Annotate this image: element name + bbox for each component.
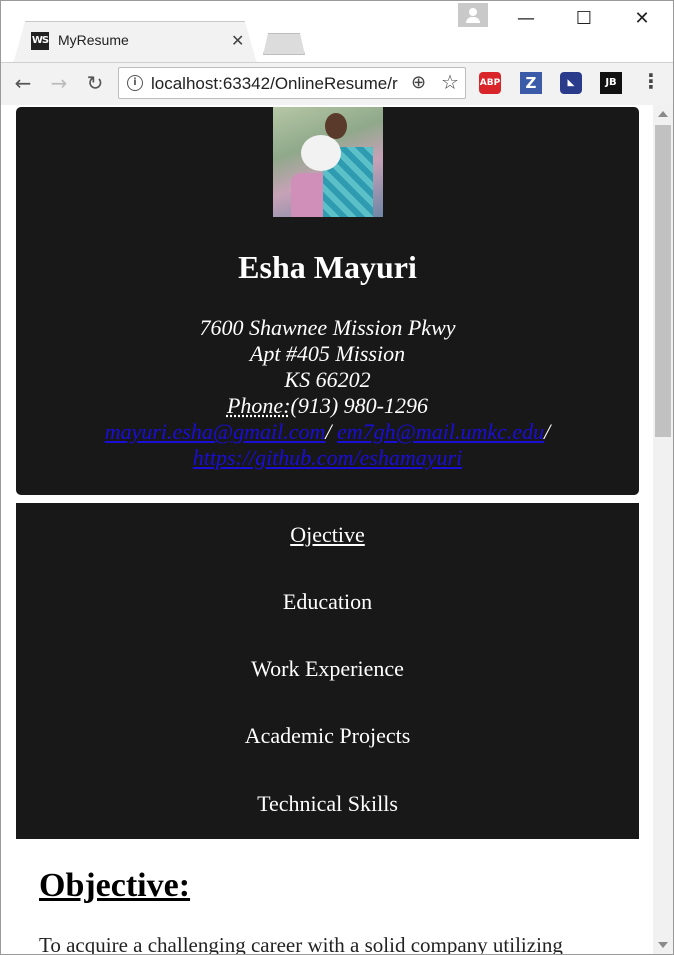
nav-item-technical-skills[interactable]: Technical Skills bbox=[16, 791, 639, 817]
separator: / bbox=[544, 419, 551, 444]
title-bar: WS MyResume ✕ — ☐ ✕ bbox=[1, 1, 673, 63]
nav-item-education[interactable]: Education bbox=[16, 589, 639, 615]
webstorm-favicon-icon: WS bbox=[31, 32, 49, 50]
profile-header-card: Esha Mayuri 7600 Shawnee Mission Pkwy Ap… bbox=[16, 107, 639, 495]
person-name: Esha Mayuri bbox=[238, 249, 417, 285]
email-link-umkc[interactable]: em7gh@mail.umkc.edu bbox=[337, 419, 544, 444]
bookmark-star-icon[interactable]: ☆ bbox=[441, 70, 459, 94]
github-line: https://github.com/eshamayuri bbox=[16, 445, 639, 471]
phone-line: Phone:(913) 980-1296 bbox=[16, 393, 639, 419]
jetbrains-extension-icon[interactable]: JB bbox=[600, 72, 622, 94]
nav-item-label[interactable]: Education bbox=[283, 589, 372, 614]
section-nav: Ojective Education Work Experience Acade… bbox=[16, 503, 639, 839]
forward-arrow-icon[interactable]: → bbox=[45, 69, 73, 97]
address-line-3: KS 66202 bbox=[284, 367, 371, 392]
adblock-extension-icon[interactable]: ABP bbox=[479, 72, 501, 94]
scroll-down-arrow-icon[interactable] bbox=[658, 942, 668, 948]
back-arrow-icon[interactable]: ← bbox=[9, 69, 37, 97]
profile-icon[interactable] bbox=[458, 3, 488, 27]
close-window-button[interactable]: ✕ bbox=[622, 5, 662, 33]
profile-photo bbox=[273, 107, 383, 217]
zoom-icon[interactable]: ⊕ bbox=[411, 72, 426, 93]
phone-number: (913) 980-1296 bbox=[290, 393, 428, 418]
scroll-thumb[interactable] bbox=[655, 125, 671, 437]
nav-item-label[interactable]: Ojective bbox=[290, 522, 365, 547]
nav-item-objective[interactable]: Ojective bbox=[16, 522, 639, 548]
browser-toolbar: ← → ↻ i localhost:63342/OnlineResume/r ⊕… bbox=[1, 62, 673, 106]
reload-icon[interactable]: ↻ bbox=[81, 69, 109, 97]
maximize-button[interactable]: ☐ bbox=[564, 5, 604, 33]
email-link-gmail[interactable]: mayuri.esha@gmail.com bbox=[105, 419, 326, 444]
nav-item-label[interactable]: Work Experience bbox=[251, 656, 404, 681]
address-bar[interactable]: i localhost:63342/OnlineResume/r ⊕ ☆ bbox=[118, 67, 466, 99]
scroll-up-arrow-icon[interactable] bbox=[658, 111, 668, 117]
address-line-1: 7600 Shawnee Mission Pkwy bbox=[199, 315, 456, 340]
z-extension-icon[interactable]: Z bbox=[520, 72, 542, 94]
info-icon[interactable]: i bbox=[127, 75, 143, 91]
minimize-button[interactable]: — bbox=[506, 5, 546, 33]
nav-item-work-experience[interactable]: Work Experience bbox=[16, 656, 639, 682]
vertical-scrollbar[interactable] bbox=[653, 105, 673, 954]
address-line-2: Apt #405 Mission bbox=[249, 341, 406, 366]
github-link[interactable]: https://github.com/eshamayuri bbox=[193, 445, 462, 470]
separator: / bbox=[325, 419, 332, 444]
url-text[interactable]: localhost:63342/OnlineResume/r bbox=[151, 74, 401, 94]
nav-item-label[interactable]: Academic Projects bbox=[245, 723, 411, 748]
browser-window: WS MyResume ✕ — ☐ ✕ ← → ↻ i localhost:63… bbox=[0, 0, 674, 955]
nav-item-label[interactable]: Technical Skills bbox=[257, 791, 398, 816]
browser-menu-icon[interactable]: ⋮ bbox=[641, 69, 661, 93]
objective-text: To acquire a challenging career with a s… bbox=[39, 933, 563, 955]
tab-close-icon[interactable]: ✕ bbox=[231, 31, 244, 50]
email-line: mayuri.esha@gmail.com/ em7gh@mail.umkc.e… bbox=[16, 419, 639, 445]
tab-title: MyResume bbox=[58, 32, 129, 48]
cast-extension-icon[interactable]: ◣ bbox=[560, 72, 582, 94]
new-tab-button[interactable] bbox=[263, 33, 305, 55]
objective-heading: Objective: bbox=[39, 867, 191, 904]
nav-item-academic-projects[interactable]: Academic Projects bbox=[16, 723, 639, 749]
page-viewport: Esha Mayuri 7600 Shawnee Mission Pkwy Ap… bbox=[1, 105, 653, 955]
phone-label: Phone: bbox=[226, 393, 291, 418]
